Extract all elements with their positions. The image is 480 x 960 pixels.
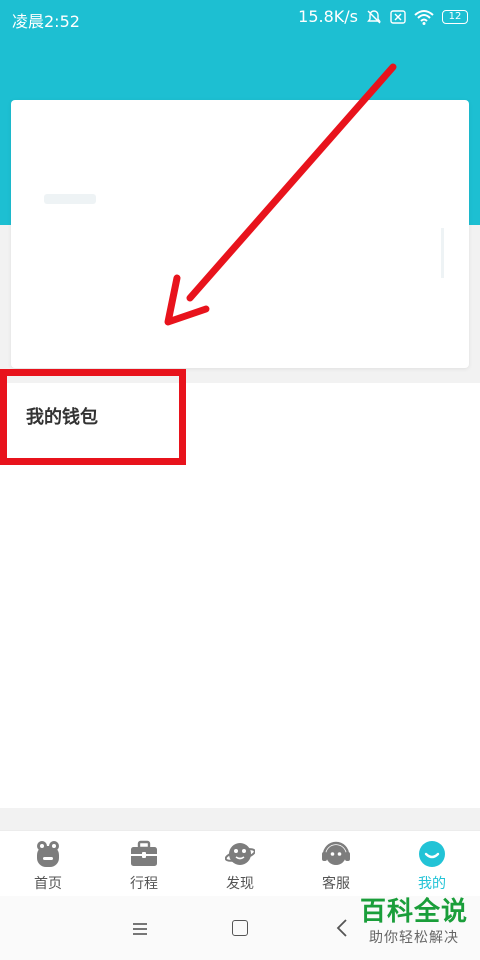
tab-label: 客服 [322,876,350,892]
tab-label: 首页 [34,876,62,892]
headset-icon [322,841,350,865]
briefcase-icon [131,840,157,866]
watermark: 百科全说 助你轻松解决 [356,898,472,947]
watermark-title: 百科全说 [359,897,468,927]
tab-discover[interactable]: 发现 [192,831,288,897]
home-square-icon[interactable] [232,920,248,936]
planet-icon [225,843,255,865]
smiley-icon [419,841,445,867]
tab-label: 行程 [130,876,158,892]
tab-mine[interactable]: 我的 [384,831,480,897]
tab-home[interactable]: 首页 [0,831,96,897]
frog-icon [37,841,59,867]
bottom-tab-bar: 首页 行程 发现 客服 我的 [0,830,480,897]
watermark-subtitle: 助你轻松解决 [369,929,459,946]
tab-trips[interactable]: 行程 [96,831,192,897]
back-icon[interactable] [336,918,348,938]
tab-label: 发现 [226,876,254,892]
annotation-arrow-icon [164,63,397,326]
tab-label: 我的 [418,876,446,892]
tab-service[interactable]: 客服 [288,831,384,897]
menu-icon[interactable] [132,922,148,936]
